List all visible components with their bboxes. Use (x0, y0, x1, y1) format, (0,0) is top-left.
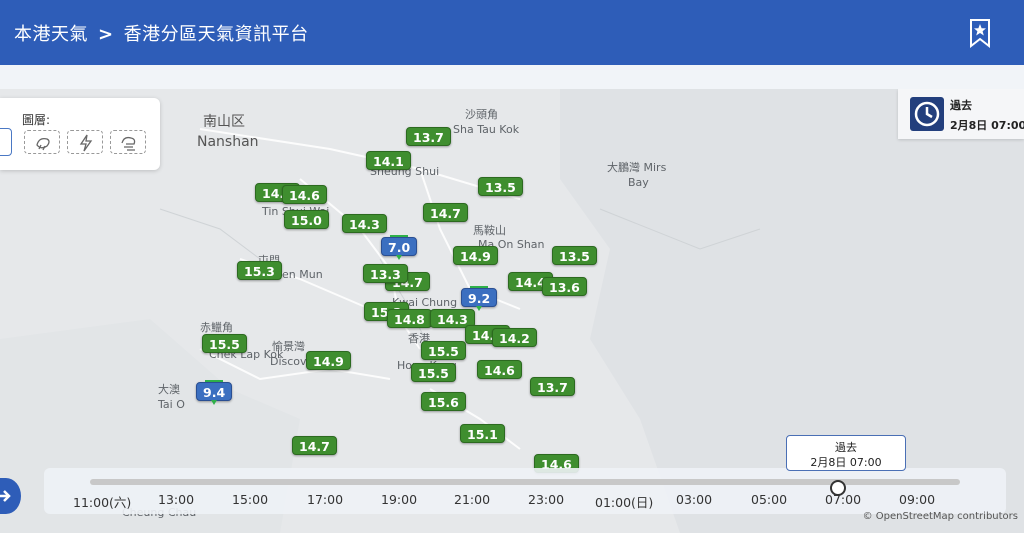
breadcrumb: 本港天氣 > 香港分區天氣資訊平台 (14, 20, 309, 46)
time-mode-datetime: 2月8日 07:00 (950, 119, 1024, 132)
timeline-tick[interactable]: 01:00(日) (595, 492, 653, 511)
place-label: 赤鱲角 (200, 321, 233, 334)
timeline-tick[interactable]: 11:00(六) (73, 492, 131, 511)
map-attribution[interactable]: © OpenStreetMap contributors (863, 511, 1018, 522)
wind-cloud-icon (121, 136, 136, 151)
weather-station-reading[interactable]: 13.5 (552, 246, 597, 265)
timeline-slider[interactable] (90, 479, 960, 496)
weather-station-reading[interactable]: 14.3 (342, 214, 387, 233)
weather-station-reading[interactable]: 14.9 (306, 351, 351, 370)
layer-panel: 圖層: (0, 98, 160, 170)
weather-station-reading[interactable]: 15.1 (460, 424, 505, 443)
layer-panel-title: 圖層: (22, 113, 51, 127)
weather-station-reading[interactable]: 14.1 (366, 151, 411, 170)
timeline-tick[interactable]: 17:00 (307, 492, 343, 507)
weather-station-reading[interactable]: 9.4 (196, 380, 233, 405)
place-label: 南山区 (203, 114, 245, 130)
weather-station-reading[interactable]: 14.6 (282, 185, 327, 204)
breadcrumb-home[interactable]: 本港天氣 (14, 24, 88, 45)
timeline-tick[interactable]: 07:00 (825, 492, 861, 507)
weather-station-reading[interactable]: 15.5 (421, 341, 466, 360)
weather-station-reading[interactable]: 13.3 (363, 264, 408, 283)
play-arrow-icon (0, 490, 11, 502)
breadcrumb-current: 香港分區天氣資訊平台 (123, 24, 309, 45)
breadcrumb-separator: > (98, 24, 114, 45)
place-label: 大澳 (158, 383, 180, 396)
weather-station-reading[interactable]: 9.2 (461, 286, 498, 311)
timeline-tooltip: 過去 2月8日 07:00 (786, 435, 906, 471)
layer-wind-button[interactable] (110, 130, 146, 154)
place-label: Bay (628, 176, 649, 189)
weather-station-reading[interactable]: 13.6 (542, 277, 587, 296)
timeline-tick[interactable]: 09:00 (899, 492, 935, 507)
weather-station-reading[interactable]: 14.7 (423, 203, 468, 222)
timeline-tick[interactable]: 13:00 (158, 492, 194, 507)
timeline-tooltip-label: 過去 (835, 441, 857, 454)
place-label: Nanshan (197, 134, 259, 150)
weather-station-reading[interactable]: 15.3 (237, 261, 282, 280)
place-label: 沙頭角 (465, 108, 498, 121)
weather-station-reading[interactable]: 14.6 (477, 360, 522, 379)
time-mode-box[interactable]: 過去 2月8日 07:00 (898, 89, 1024, 139)
timeline-tick[interactable]: 05:00 (751, 492, 787, 507)
timeline-tick[interactable]: 19:00 (381, 492, 417, 507)
place-label: Sha Tau Kok (453, 123, 520, 136)
weather-station-reading[interactable]: 14.2 (492, 328, 537, 347)
rain-layer-icon (36, 137, 50, 151)
timeline-tick[interactable]: 15:00 (232, 492, 268, 507)
weather-station-reading[interactable]: 14.9 (453, 246, 498, 265)
app-header: 本港天氣 > 香港分區天氣資訊平台 (0, 0, 1024, 65)
weather-station-reading[interactable]: 15.0 (284, 210, 329, 229)
bookmark-star-icon[interactable] (968, 18, 992, 48)
timeline-tick[interactable]: 21:00 (454, 492, 490, 507)
weather-station-reading[interactable]: 13.7 (406, 127, 451, 146)
timeline-tooltip-time: 2月8日 07:00 (810, 456, 882, 469)
weather-station-reading[interactable]: 7.0 (381, 235, 418, 260)
sub-bar (0, 65, 1024, 89)
lightning-icon (79, 134, 93, 152)
layer-selected-button[interactable] (0, 128, 12, 156)
place-label: 愉景灣 (272, 340, 305, 353)
weather-station-reading[interactable]: 14.7 (292, 436, 337, 455)
place-label: Tai O (158, 398, 185, 411)
timeline-tick[interactable]: 03:00 (676, 492, 712, 507)
weather-station-reading[interactable]: 14.8 (387, 309, 432, 328)
place-label: 大鵬灣 Mirs (607, 161, 667, 174)
time-mode-label: 過去 (950, 99, 972, 112)
layer-rain-button[interactable] (24, 130, 60, 154)
timeline-tick[interactable]: 23:00 (528, 492, 564, 507)
place-label: 馬鞍山 (473, 224, 506, 237)
timeline-bar: 11:00(六) 13:00 15:00 17:00 19:00 21:00 23:00 01… (44, 468, 1006, 514)
weather-station-reading[interactable]: 15.5 (411, 363, 456, 382)
history-clock-icon (910, 97, 944, 131)
weather-station-reading[interactable]: 13.7 (530, 377, 575, 396)
weather-station-reading[interactable]: 15.5 (202, 334, 247, 353)
weather-station-reading[interactable]: 13.5 (478, 177, 523, 196)
layer-lightning-button[interactable] (67, 130, 103, 154)
timeline-ticks: 11:00(六) 13:00 15:00 17:00 19:00 21:00 23:00 01… (44, 492, 1006, 511)
weather-station-reading[interactable]: 15.6 (421, 392, 466, 411)
